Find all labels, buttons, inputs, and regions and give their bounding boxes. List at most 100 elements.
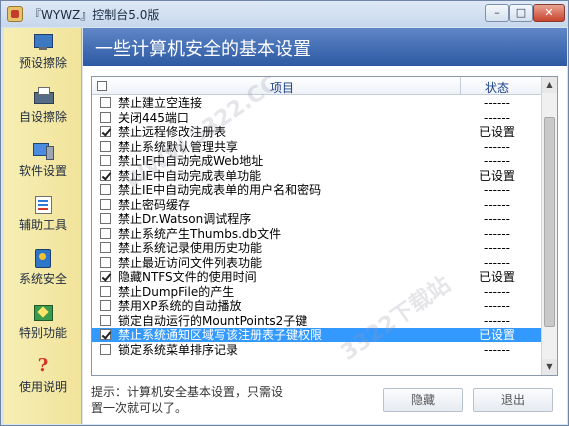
row-status: ------	[484, 110, 510, 125]
close-button[interactable]: ✕	[533, 4, 565, 22]
table-row[interactable]: 关闭445端口 ------	[92, 111, 542, 125]
row-checkbox[interactable]	[100, 300, 111, 311]
row-checkbox[interactable]	[100, 285, 111, 297]
row-checkbox[interactable]	[100, 256, 111, 268]
table-row[interactable]: 隐藏NTFS文件的使用时间 已设置	[92, 270, 542, 284]
row-status: ------	[484, 284, 510, 299]
monitor-icon	[33, 32, 53, 52]
row-label: 禁止建立空连接	[118, 96, 203, 110]
row-label: 锁定自动运行的MountPoints2子键	[118, 313, 308, 328]
row-status: ------	[484, 183, 510, 197]
row-status: ------	[484, 241, 510, 255]
row-label: 锁定系统菜单排序记录	[118, 342, 239, 357]
hint-text: 提示：计算机安全基本设置，只需设置一次就可以了。	[91, 385, 284, 415]
list-rows: 禁止建立空连接 ------ 关闭445端口 ------ 禁止远程修改注册表 已设置 禁止…	[92, 96, 542, 375]
row-label: 禁止系统通知区域写该注册表子键权限	[118, 328, 323, 342]
scroll-thumb[interactable]	[544, 117, 555, 327]
row-label: 隐藏NTFS文件的使用时间	[118, 270, 257, 284]
main-panel: 一些计算机安全的基本设置 项目 状态 禁止建立空连接 ------ 关闭445端口 -…	[83, 28, 567, 424]
row-label: 禁止IE中自动完成表单的用户名和密码	[118, 183, 322, 197]
table-row[interactable]: 禁止Dr.Watson调试程序 ------	[92, 212, 542, 226]
sidebar-item-help[interactable]: ? 使用说明	[4, 352, 82, 406]
sidebar: 预设擦除 自设擦除 软件设置 辅助工具 系统安全 特别功能 ? 使用说明	[4, 28, 82, 424]
sidebar-item-preset-erase[interactable]: 预设擦除	[4, 28, 82, 82]
row-checkbox[interactable]	[100, 271, 111, 282]
table-row[interactable]: 禁止密码缓存 ------	[92, 198, 542, 212]
row-checkbox[interactable]	[100, 329, 111, 340]
app-logo-icon	[7, 6, 23, 22]
row-checkbox[interactable]	[100, 169, 111, 181]
column-header-status[interactable]: 状态	[462, 79, 532, 96]
list-header: 项目 状态	[92, 77, 542, 95]
row-label: 禁止DumpFile的产生	[118, 284, 235, 299]
row-label: 禁止Dr.Watson调试程序	[118, 212, 252, 226]
row-status: 已设置	[478, 125, 515, 139]
row-checkbox[interactable]	[100, 242, 111, 253]
title-bar[interactable]: 『WYWZ』控制台5.0版 – □ ✕	[1, 1, 568, 27]
sidebar-item-tools[interactable]: 辅助工具	[4, 190, 82, 244]
table-row[interactable]: 禁止系统产生Thumbs.db文件 ------	[92, 227, 542, 241]
row-checkbox[interactable]	[100, 314, 111, 326]
table-row[interactable]: 锁定系统菜单排序记录 ------	[92, 343, 542, 357]
hide-button[interactable]: 隐藏	[383, 388, 463, 412]
table-row[interactable]: 禁止远程修改注册表 已设置	[92, 125, 542, 139]
exit-button[interactable]: 退出	[473, 388, 553, 412]
row-checkbox[interactable]	[100, 343, 111, 355]
row-checkbox[interactable]	[100, 155, 111, 166]
vertical-scrollbar[interactable]: ▲ ▼	[541, 77, 557, 375]
row-checkbox[interactable]	[100, 97, 111, 108]
row-checkbox[interactable]	[100, 184, 111, 195]
table-row[interactable]: 禁止建立空连接 ------	[92, 96, 542, 110]
row-status: 已设置	[478, 328, 515, 342]
sidebar-item-label: 预设擦除	[18, 56, 67, 70]
row-label: 禁止IE中自动完成Web地址	[118, 154, 264, 168]
row-label: 禁止最近访问文件列表功能	[118, 255, 263, 270]
sidebar-item-special-functions[interactable]: 特别功能	[4, 298, 82, 352]
table-row[interactable]: 禁止系统通知区域写该注册表子键权限 已设置	[92, 328, 542, 342]
row-label: 禁止密码缓存	[118, 197, 191, 212]
row-label: 禁止IE中自动完成表单功能	[118, 168, 262, 183]
row-checkbox[interactable]	[100, 111, 111, 123]
table-row[interactable]: 禁止DumpFile的产生 ------	[92, 285, 542, 299]
table-row[interactable]: 禁用XP系统的自动播放 ------	[92, 299, 542, 313]
row-checkbox[interactable]	[100, 227, 111, 239]
table-row[interactable]: 禁止IE中自动完成Web地址 ------	[92, 154, 542, 168]
scroll-down-button[interactable]: ▼	[542, 359, 557, 375]
row-status: ------	[484, 226, 510, 241]
table-row[interactable]: 禁止最近访问文件列表功能 ------	[92, 256, 542, 270]
row-status: ------	[484, 342, 510, 357]
row-status: ------	[484, 212, 510, 226]
table-row[interactable]: 禁止系统默认管理共享 ------	[92, 140, 542, 154]
row-checkbox[interactable]	[100, 198, 111, 210]
sidebar-item-system-security[interactable]: 系统安全	[4, 244, 82, 298]
sidebar-item-custom-erase[interactable]: 自设擦除	[4, 82, 82, 136]
row-status: ------	[484, 313, 510, 328]
minimize-button[interactable]: –	[485, 4, 509, 22]
tools-icon	[33, 194, 53, 214]
table-row[interactable]: 锁定自动运行的MountPoints2子键 ------	[92, 314, 542, 328]
settings-list: 项目 状态 禁止建立空连接 ------ 关闭445端口 ------ 禁止远程修改注册…	[91, 76, 558, 376]
computer-icon	[33, 140, 54, 160]
security-icon	[33, 248, 53, 268]
maximize-button[interactable]: □	[509, 4, 533, 22]
row-label: 禁止远程修改注册表	[118, 125, 227, 139]
help-icon: ?	[37, 355, 49, 376]
row-status: 已设置	[478, 168, 515, 183]
sidebar-item-software-settings[interactable]: 软件设置	[4, 136, 82, 190]
table-row[interactable]: 禁止IE中自动完成表单的用户名和密码 ------	[92, 183, 542, 197]
row-checkbox[interactable]	[100, 213, 111, 224]
column-header-item[interactable]: 项目	[212, 79, 352, 96]
special-icon	[33, 302, 53, 322]
select-all-checkbox[interactable]	[97, 81, 107, 91]
row-checkbox[interactable]	[100, 126, 111, 137]
table-row[interactable]: 禁止IE中自动完成表单功能 已设置	[92, 169, 542, 183]
row-label: 禁止系统记录使用历史功能	[118, 241, 263, 255]
row-label: 禁止系统默认管理共享	[118, 139, 239, 154]
row-checkbox[interactable]	[100, 140, 111, 152]
row-label: 关闭445端口	[118, 110, 189, 125]
row-status: ------	[484, 299, 510, 313]
scroll-up-button[interactable]: ▲	[542, 77, 557, 93]
app-window: 『WYWZ』控制台5.0版 – □ ✕ 预设擦除 自设擦除 软件设置 辅助工具 …	[0, 0, 569, 426]
row-status: ------	[484, 154, 510, 168]
table-row[interactable]: 禁止系统记录使用历史功能 ------	[92, 241, 542, 255]
